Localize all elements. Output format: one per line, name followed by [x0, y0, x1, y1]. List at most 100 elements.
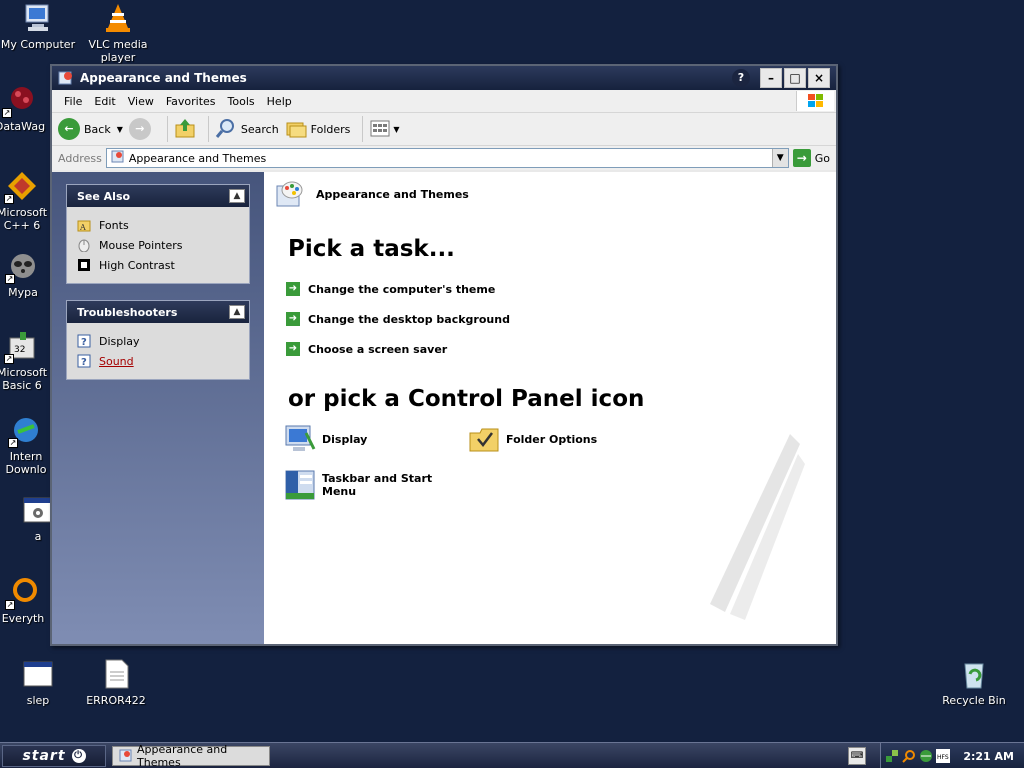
taskbar: start ⏻ Appearance and Themes ⌨ HFS 2:21… [0, 742, 1024, 768]
back-arrow-icon: ← [58, 118, 80, 140]
menu-help[interactable]: Help [261, 93, 298, 110]
desktop-icon-label: Mypa [8, 286, 38, 299]
forward-button[interactable]: → [128, 118, 155, 140]
desktop-icon-error422[interactable]: ERROR422 [78, 658, 154, 707]
datawag-icon: ↗ [2, 84, 36, 118]
views-grid-icon [369, 117, 391, 142]
clock[interactable]: 2:21 AM [963, 750, 1014, 763]
fonts-folder-icon: A [77, 218, 91, 232]
troubleshooter-display-label: Display [99, 334, 140, 348]
go-label: Go [814, 151, 830, 165]
desktop-icon-recycle-bin[interactable]: Recycle Bin [936, 658, 1012, 707]
chevron-down-icon[interactable]: ▼ [117, 125, 123, 134]
appearance-themes-icon [58, 70, 74, 86]
search-tray-icon[interactable] [902, 749, 916, 763]
see-also-mouse-pointers[interactable]: Mouse Pointers [77, 235, 239, 255]
address-value: Appearance and Themes [128, 151, 267, 165]
cp-display[interactable]: Display [284, 422, 468, 456]
desktop-icon-vlc[interactable]: VLC media player [80, 2, 156, 64]
windows-logo-icon [796, 91, 834, 111]
mouse-icon [77, 238, 91, 253]
shortcut-arrow-icon: ↗ [5, 274, 15, 284]
see-also-high-contrast-label: High Contrast [99, 258, 175, 272]
start-button[interactable]: start ⏻ [2, 744, 106, 767]
menu-file[interactable]: File [58, 93, 88, 110]
desktop-icon-label: My Computer [0, 38, 76, 51]
shortcut-arrow-icon: ↗ [8, 438, 18, 448]
start-orb-icon: ⏻ [71, 748, 86, 763]
address-field[interactable]: Appearance and Themes ▼ [105, 148, 789, 168]
task-arrow-icon: ➜ [286, 282, 300, 296]
shortcut-arrow-icon: ↗ [4, 354, 14, 364]
see-also-high-contrast[interactable]: High Contrast [77, 255, 239, 275]
cp-folder-options[interactable]: Folder Options [468, 422, 668, 456]
folders-button[interactable]: Folders [285, 117, 351, 142]
minimize-button[interactable]: – [760, 68, 782, 88]
help-button[interactable]: ? [732, 69, 750, 87]
task-screen-saver[interactable]: ➜ Choose a screen saver [286, 334, 826, 364]
explorer-window: Appearance and Themes ? – □ × File Edit … [50, 64, 838, 646]
go-button[interactable]: → Go [792, 149, 830, 167]
desktop-icon-label: VLC media player [88, 38, 148, 64]
desktop-icon-my-computer[interactable]: My Computer [0, 2, 76, 51]
troubleshooter-sound[interactable]: ? Sound [77, 351, 239, 371]
network-icon[interactable] [885, 749, 899, 763]
task-pane: See Also ▲ A Fonts Mouse Pointers High C… [52, 172, 264, 644]
cp-taskbar-start-menu-label: Taskbar and Start Menu [322, 472, 433, 498]
chevron-down-icon: ▼ [393, 124, 400, 134]
main-pane: Appearance and Themes Pick a task... ➜ C… [264, 172, 836, 644]
folders-label: Folders [310, 122, 351, 136]
svg-text:32: 32 [14, 345, 25, 355]
search-button[interactable]: Search [215, 117, 279, 142]
menu-favorites[interactable]: Favorites [160, 93, 222, 110]
pick-task-heading: Pick a task... [288, 236, 455, 262]
desktop-icon-everything[interactable]: ↗ Everyth [0, 576, 56, 625]
folder-options-icon [468, 423, 500, 455]
system-tray: HFS 2:21 AM [880, 743, 1024, 768]
back-button[interactable]: ← Back ▼ [58, 118, 123, 140]
desktop-icon-label: DataWag [0, 120, 46, 133]
menu-edit[interactable]: Edit [88, 93, 121, 110]
troubleshooters-header[interactable]: Troubleshooters ▲ [67, 301, 249, 323]
forward-arrow-icon: → [128, 118, 151, 140]
maximize-button[interactable]: □ [784, 68, 806, 88]
desktop-icon-label: ERROR422 [86, 694, 146, 707]
keyboard-icon[interactable]: ⌨ [848, 747, 866, 765]
troubleshooter-display[interactable]: ? Display [77, 331, 239, 351]
globe-tray-icon[interactable] [919, 749, 933, 763]
see-also-fonts[interactable]: A Fonts [77, 215, 239, 235]
collapse-icon[interactable]: ▲ [229, 189, 245, 203]
task-change-theme[interactable]: ➜ Change the computer's theme [286, 274, 826, 304]
task-arrow-icon: ➜ [286, 312, 300, 326]
see-also-fonts-label: Fonts [99, 218, 129, 232]
visual-cpp-icon: ↗ [4, 170, 38, 204]
help-question-icon: ? [77, 334, 91, 348]
menu-view[interactable]: View [122, 93, 160, 110]
address-bar: Address Appearance and Themes ▼ → Go [52, 146, 836, 170]
toolbar-separator [207, 116, 209, 142]
up-folder-button[interactable] [174, 117, 196, 142]
menu-tools[interactable]: Tools [222, 93, 261, 110]
taskbar-start-menu-icon [284, 469, 316, 501]
svg-text:?: ? [81, 337, 87, 348]
see-also-panel: See Also ▲ A Fonts Mouse Pointers High C… [66, 184, 250, 284]
chevron-down-icon[interactable]: ▼ [771, 149, 788, 167]
desktop-icon-datawag[interactable]: ↗ DataWag [0, 84, 50, 133]
cp-taskbar-start-menu[interactable]: Taskbar and Start Menu [284, 468, 468, 502]
desktop-icon-mypa[interactable]: ↗ Mypa [0, 250, 56, 299]
taskbar-window-button[interactable]: Appearance and Themes [112, 743, 270, 768]
window-titlebar[interactable]: Appearance and Themes ? – □ × [52, 66, 836, 90]
toolbar-separator [166, 116, 168, 142]
desktop-icon-slep[interactable]: slep [0, 658, 76, 707]
see-also-header[interactable]: See Also ▲ [67, 185, 249, 207]
close-button[interactable]: × [808, 68, 830, 88]
go-arrow-icon: → [792, 149, 811, 167]
svg-text:A: A [79, 223, 86, 232]
hfs-tray-icon[interactable]: HFS [936, 749, 950, 763]
svg-text:?: ? [81, 357, 87, 368]
program-window-icon [22, 658, 54, 690]
shortcut-arrow-icon: ↗ [2, 108, 12, 118]
collapse-icon[interactable]: ▲ [229, 305, 245, 319]
views-button[interactable]: ▼ [369, 117, 400, 142]
task-change-background[interactable]: ➜ Change the desktop background [286, 304, 826, 334]
